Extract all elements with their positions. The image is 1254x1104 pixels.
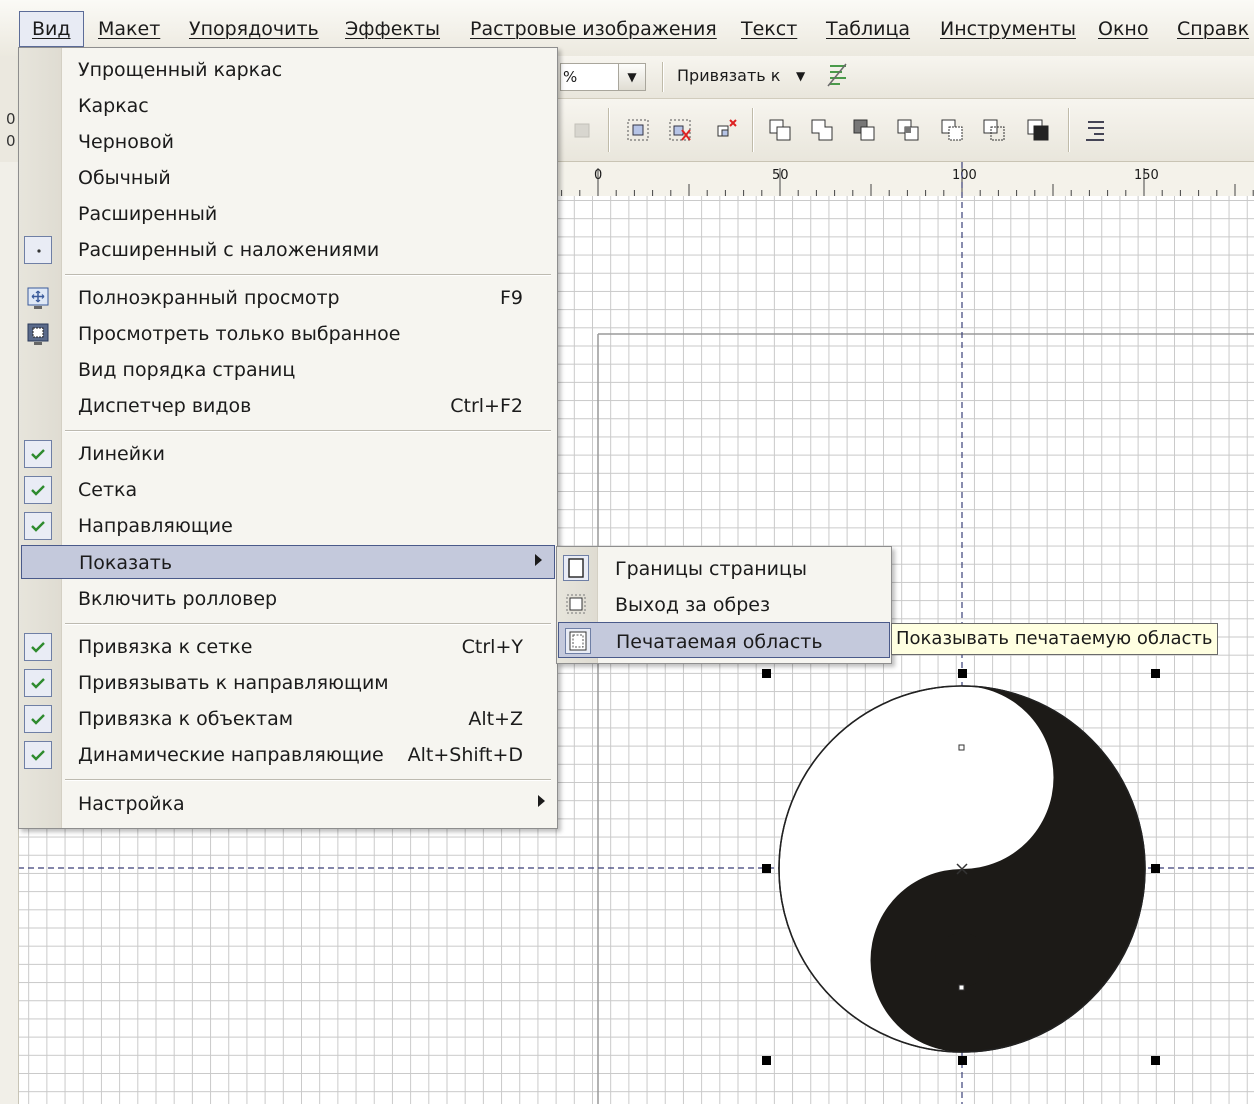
- checkmark-icon: [24, 476, 52, 504]
- menu-item-label: Расширенный с наложениями: [78, 239, 380, 261]
- menu-shortcut: Ctrl+Y: [461, 636, 523, 658]
- menu-shortcut: F9: [499, 287, 523, 309]
- menu-item-label: Привязывать к направляющим: [78, 672, 389, 694]
- menu-separator: [65, 274, 551, 276]
- submenu-item-page-border[interactable]: Границы страницы: [557, 550, 891, 586]
- view-menu: Упрощенный каркас Каркас Черновой Обычны…: [18, 47, 558, 829]
- menu-shortcut: Alt+Z: [468, 708, 523, 730]
- menu-item-view-selected[interactable]: Просмотреть только выбранное: [19, 317, 557, 351]
- menu-item-label: Черновой: [78, 131, 174, 153]
- menu-item-enhanced-overprints[interactable]: Расширенный с наложениями: [19, 233, 557, 267]
- menu-item-enhanced[interactable]: Расширенный: [19, 197, 557, 231]
- checkmark-icon: [24, 633, 52, 661]
- menu-shortcut: Alt+Shift+D: [407, 744, 523, 766]
- menu-item-label: Включить ролловер: [78, 588, 278, 610]
- submenu-item-printable-area[interactable]: Печатаемая область: [558, 622, 890, 658]
- vertical-ruler[interactable]: [0, 162, 19, 1104]
- menu-item-label: Динамические направляющие: [78, 744, 384, 766]
- menu-item-snap-to-grid[interactable]: Привязка к сетке Ctrl+Y: [19, 630, 557, 664]
- tooltip: Показывать печатаемую область: [891, 623, 1218, 655]
- checkmark-icon: [24, 440, 52, 468]
- menu-item-wireframe[interactable]: Каркас: [19, 89, 557, 123]
- menu-item-label: Диспетчер видов: [78, 395, 252, 417]
- submenu-item-bleed[interactable]: Выход за обрез: [557, 586, 891, 622]
- dot-box-icon: [24, 236, 52, 264]
- menu-item-page-sorter[interactable]: Вид порядка страниц: [19, 353, 557, 387]
- menu-item-enable-rollover[interactable]: Включить ролловер: [19, 582, 557, 616]
- menu-item-label: Привязка к объектам: [78, 708, 294, 730]
- page-border-icon: [563, 555, 589, 581]
- menu-item-setup[interactable]: Настройка: [19, 787, 557, 821]
- checkmark-icon: [24, 705, 52, 733]
- show-submenu: Границы страницы Выход за обрез Печатаем…: [556, 546, 892, 664]
- checkmark-icon: [24, 741, 52, 769]
- submenu-arrow-icon: [538, 795, 545, 807]
- checkmark-icon: [24, 669, 52, 697]
- menu-item-label: Упрощенный каркас: [78, 59, 283, 81]
- menu-item-label: Показать: [79, 552, 173, 574]
- menu-item-label: Настройка: [78, 793, 185, 815]
- menu-item-label: Просмотреть только выбранное: [78, 323, 401, 345]
- menu-item-label: Обычный: [78, 167, 171, 189]
- menu-item-full-screen[interactable]: Полноэкранный просмотр F9: [19, 281, 557, 315]
- submenu-arrow-icon: [535, 554, 542, 566]
- menu-shortcut: Ctrl+F2: [450, 395, 523, 417]
- menu-item-grid[interactable]: Сетка: [19, 473, 557, 507]
- menu-item-dynamic-guides[interactable]: Динамические направляющие Alt+Shift+D: [19, 738, 557, 772]
- view-selected-icon: [27, 323, 49, 345]
- menu-item-label: Расширенный: [78, 203, 218, 225]
- menu-item-label: Сетка: [78, 479, 138, 501]
- menu-item-label: Выход за обрез: [615, 594, 771, 616]
- menu-item-label: Линейки: [78, 443, 165, 465]
- menu-item-label: Печатаемая область: [616, 631, 823, 653]
- menu-item-label: Привязка к сетке: [78, 636, 253, 658]
- fullscreen-icon: [27, 287, 49, 309]
- menu-item-label: Полноэкранный просмотр: [78, 287, 340, 309]
- menu-item-view-manager[interactable]: Диспетчер видов Ctrl+F2: [19, 389, 557, 423]
- menu-separator: [65, 779, 551, 781]
- menu-item-snap-to-objects[interactable]: Привязка к объектам Alt+Z: [19, 702, 557, 736]
- menu-item-simple-wireframe[interactable]: Упрощенный каркас: [19, 53, 557, 87]
- menu-item-show[interactable]: Показать: [21, 545, 555, 579]
- menu-item-guidelines[interactable]: Направляющие: [19, 509, 557, 543]
- menu-item-label: Границы страницы: [615, 558, 807, 580]
- printable-area-icon: [565, 628, 591, 654]
- checkmark-icon: [24, 512, 52, 540]
- menu-item-label: Каркас: [78, 95, 149, 117]
- menu-item-label: Направляющие: [78, 515, 233, 537]
- menu-item-snap-to-guidelines[interactable]: Привязывать к направляющим: [19, 666, 557, 700]
- menu-item-normal[interactable]: Обычный: [19, 161, 557, 195]
- menu-item-draft[interactable]: Черновой: [19, 125, 557, 159]
- menu-item-label: Вид порядка страниц: [78, 359, 296, 381]
- menu-item-rulers[interactable]: Линейки: [19, 437, 557, 471]
- bleed-icon: [563, 591, 589, 617]
- menu-separator: [65, 623, 551, 625]
- menu-separator: [65, 430, 551, 432]
